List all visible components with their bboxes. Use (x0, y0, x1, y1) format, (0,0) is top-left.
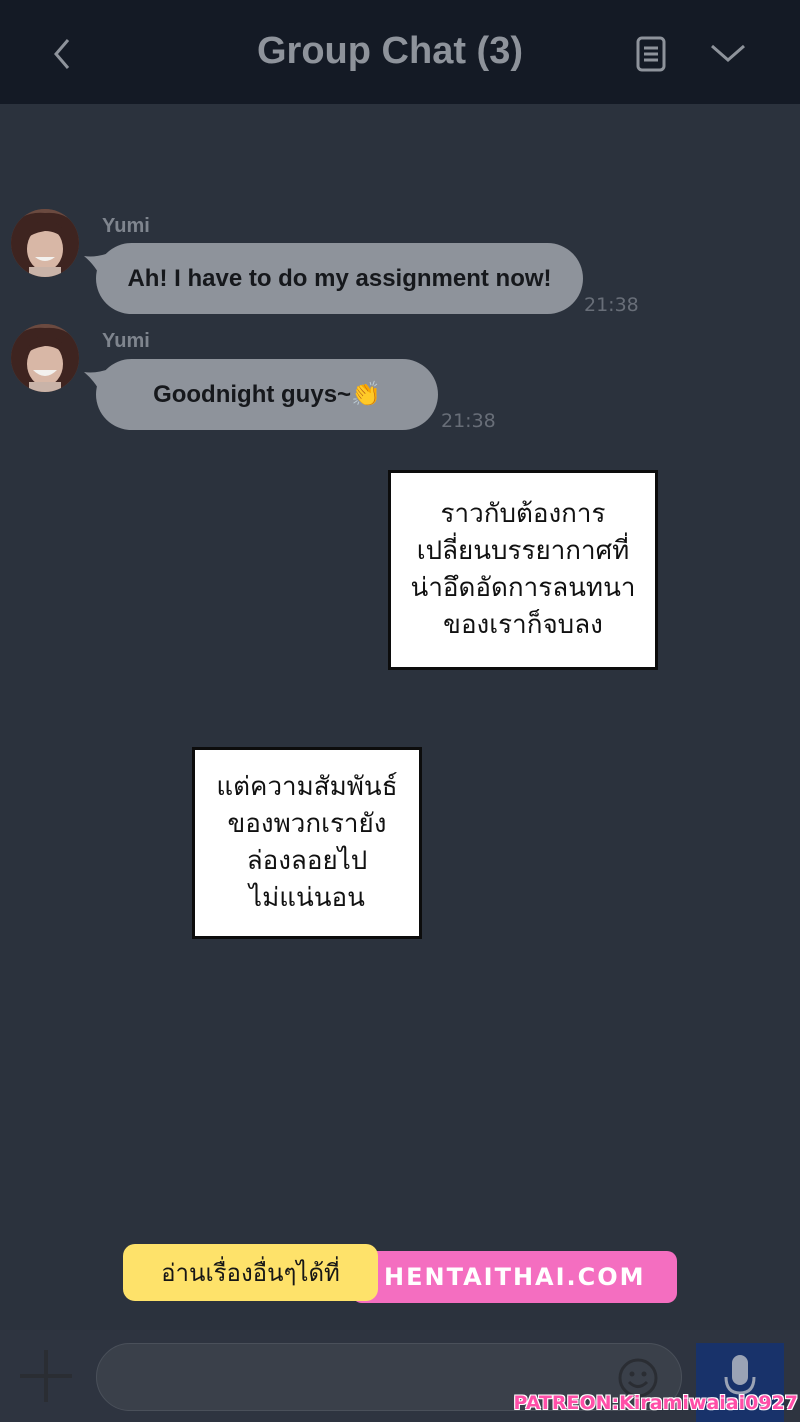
sender-name: Yumi (102, 330, 150, 352)
message-bubble[interactable]: Ah! I have to do my assignment now! (96, 243, 583, 314)
chat-header: Group Chat (3) (0, 0, 800, 104)
plus-icon (20, 1350, 72, 1402)
narration-box: แต่ความสัมพันธ์ ของพวกเรายัง ล่องลอยไป ไ… (192, 747, 422, 939)
avatar[interactable] (11, 209, 79, 277)
narration-line: ราวกับต้องการ (440, 499, 606, 529)
message-bubble[interactable]: Goodnight guys~👏 (96, 359, 438, 430)
promo-site-link[interactable]: HENTAITHAI.COM (352, 1251, 677, 1303)
message-time: 21:38 (441, 410, 496, 432)
narration-line: ล่องลอยไป (246, 846, 368, 876)
narration-line: น่าอึดอัดการลนทนา (410, 573, 636, 603)
narration-box: ราวกับต้องการ เปลี่ยนบรรยากาศที่ น่าอึดอ… (388, 470, 658, 670)
sender-name: Yumi (102, 215, 150, 237)
menu-dropdown-button[interactable] (706, 36, 750, 70)
narration-line: เปลี่ยนบรรยากาศที่ (416, 536, 630, 566)
avatar-image (11, 324, 79, 392)
notes-icon (636, 36, 666, 72)
avatar-image (11, 209, 79, 277)
notes-button[interactable] (632, 34, 670, 74)
promo-label: อ่านเรื่องอื่นๆได้ที่ (123, 1244, 378, 1301)
patreon-watermark: PATREON:Kiramiwaiai0927 (513, 1392, 798, 1414)
message-time: 21:38 (584, 294, 639, 316)
narration-line: ของพวกเรายัง (227, 809, 387, 839)
chevron-down-icon (711, 44, 745, 62)
add-attachment-button[interactable] (16, 1346, 76, 1406)
narration-line: ไม่แน่นอน (249, 883, 365, 913)
narration-line: แต่ความสัมพันธ์ (216, 772, 398, 802)
narration-line: ของเราก็จบลง (443, 610, 603, 640)
avatar[interactable] (11, 324, 79, 392)
